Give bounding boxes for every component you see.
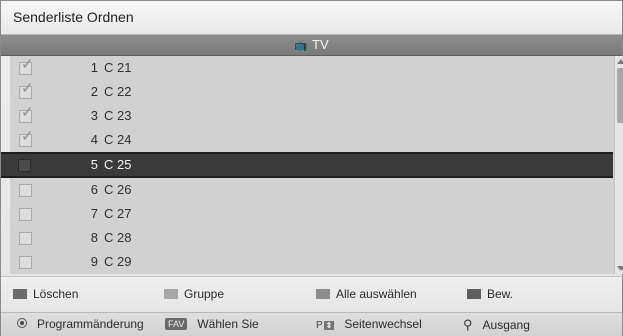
channel-row[interactable]: ✓ 2 C 22 bbox=[10, 80, 613, 104]
group-button[interactable]: Gruppe bbox=[164, 287, 224, 301]
channel-checkbox[interactable]: ✓ bbox=[19, 129, 34, 147]
channel-row[interactable]: 7 C 27 bbox=[10, 202, 613, 226]
checkmark-icon: ✓ bbox=[21, 128, 34, 145]
channel-name: C 27 bbox=[104, 206, 132, 221]
scrollbar[interactable] bbox=[614, 56, 623, 274]
red-key-icon bbox=[13, 289, 27, 299]
channel-number: 6 bbox=[90, 182, 98, 197]
blue-key-icon bbox=[467, 289, 481, 299]
delete-label: Löschen bbox=[33, 287, 79, 301]
channel-row[interactable]: 6 C 26 bbox=[10, 178, 613, 202]
select-all-label: Alle auswählen bbox=[336, 287, 417, 301]
channel-name: C 28 bbox=[104, 230, 132, 245]
channel-checkbox[interactable] bbox=[19, 208, 32, 221]
yellow-key-icon bbox=[316, 289, 330, 299]
channel-row[interactable]: ✓ 1 C 21 bbox=[10, 56, 613, 80]
exit-hint[interactable]: ⚲ Ausgang bbox=[463, 317, 530, 333]
fav-key-icon: FAV bbox=[165, 318, 188, 330]
navigation-hint-bar: Programmänderung FAV Wählen Sie P ⇕ Seitenw… bbox=[1, 312, 622, 336]
header-label: TV bbox=[312, 37, 329, 52]
channel-name: C 25 bbox=[104, 157, 132, 172]
channel-list[interactable]: ✓ 1 C 21 ✓ 2 C 22 ✓ 3 C 23 ✓ 4 C 24 5 C … bbox=[1, 56, 623, 274]
green-key-icon bbox=[164, 289, 178, 299]
select-label: Wählen Sie bbox=[197, 317, 259, 331]
channel-checkbox[interactable] bbox=[19, 184, 32, 197]
scroll-up-icon[interactable] bbox=[617, 59, 623, 64]
channel-row[interactable]: ✓ 4 C 24 bbox=[10, 128, 613, 152]
channel-row[interactable]: 9 C 29 bbox=[10, 250, 613, 274]
channel-name: C 26 bbox=[104, 182, 132, 197]
channel-number: 8 bbox=[90, 230, 98, 245]
group-label: Gruppe bbox=[184, 287, 225, 301]
tv-icon: 📺 bbox=[294, 40, 309, 52]
channel-checkbox[interactable]: ✓ bbox=[19, 81, 34, 99]
program-change-hint[interactable]: Programmänderung bbox=[17, 317, 144, 331]
page-change-hint[interactable]: P ⇕ Seitenwechsel bbox=[316, 317, 422, 331]
page-change-label: Seitenwechsel bbox=[344, 317, 422, 331]
channel-number: 4 bbox=[90, 132, 98, 147]
ok-button-icon bbox=[17, 318, 27, 328]
delete-button[interactable]: Löschen bbox=[13, 287, 78, 301]
channel-row-selected[interactable]: 5 C 25 bbox=[1, 152, 613, 178]
channel-row[interactable]: ✓ 3 C 23 bbox=[10, 104, 613, 128]
program-change-label: Programmänderung bbox=[37, 317, 144, 331]
channel-name: C 23 bbox=[104, 108, 132, 123]
window-title: Senderliste Ordnen bbox=[13, 9, 134, 25]
channel-checkbox[interactable] bbox=[18, 159, 31, 172]
channel-number: 1 bbox=[90, 60, 98, 75]
channel-name: C 24 bbox=[104, 132, 132, 147]
select-hint[interactable]: FAV Wählen Sie bbox=[165, 317, 259, 331]
page-key-icon: P ⇕ bbox=[316, 320, 335, 331]
checkmark-icon: ✓ bbox=[21, 56, 34, 73]
channel-checkbox[interactable]: ✓ bbox=[19, 105, 34, 123]
list-header: 📺 TV bbox=[1, 35, 622, 56]
channel-number: 7 bbox=[90, 206, 98, 221]
channel-list-window: Senderliste Ordnen 📺 TV ✓ 1 C 21 ✓ 2 C 22… bbox=[0, 0, 623, 336]
move-label: Bew. bbox=[487, 287, 514, 301]
checkmark-icon: ✓ bbox=[21, 80, 34, 97]
channel-number: 2 bbox=[90, 84, 98, 99]
page-key-letter: P bbox=[316, 320, 323, 331]
checkmark-icon: ✓ bbox=[21, 104, 34, 121]
channel-name: C 22 bbox=[104, 84, 132, 99]
channel-number: 3 bbox=[90, 108, 98, 123]
scroll-down-icon[interactable] bbox=[617, 266, 623, 271]
channel-name: C 29 bbox=[104, 254, 132, 269]
channel-checkbox[interactable] bbox=[19, 232, 32, 245]
title-bar: Senderliste Ordnen bbox=[1, 1, 622, 35]
exit-icon: ⚲ bbox=[463, 317, 473, 332]
channel-name: C 21 bbox=[104, 60, 132, 75]
move-button[interactable]: Bew. bbox=[467, 287, 513, 301]
select-all-button[interactable]: Alle auswählen bbox=[316, 287, 417, 301]
channel-row[interactable]: 8 C 28 bbox=[10, 226, 613, 250]
exit-label: Ausgang bbox=[482, 318, 530, 332]
scroll-thumb[interactable] bbox=[617, 68, 623, 123]
color-button-bar: Löschen Gruppe Alle auswählen Bew. bbox=[1, 276, 622, 312]
channel-number: 5 bbox=[90, 157, 98, 172]
channel-checkbox[interactable] bbox=[19, 256, 32, 269]
channel-number: 9 bbox=[90, 254, 98, 269]
channel-checkbox[interactable]: ✓ bbox=[19, 57, 34, 75]
